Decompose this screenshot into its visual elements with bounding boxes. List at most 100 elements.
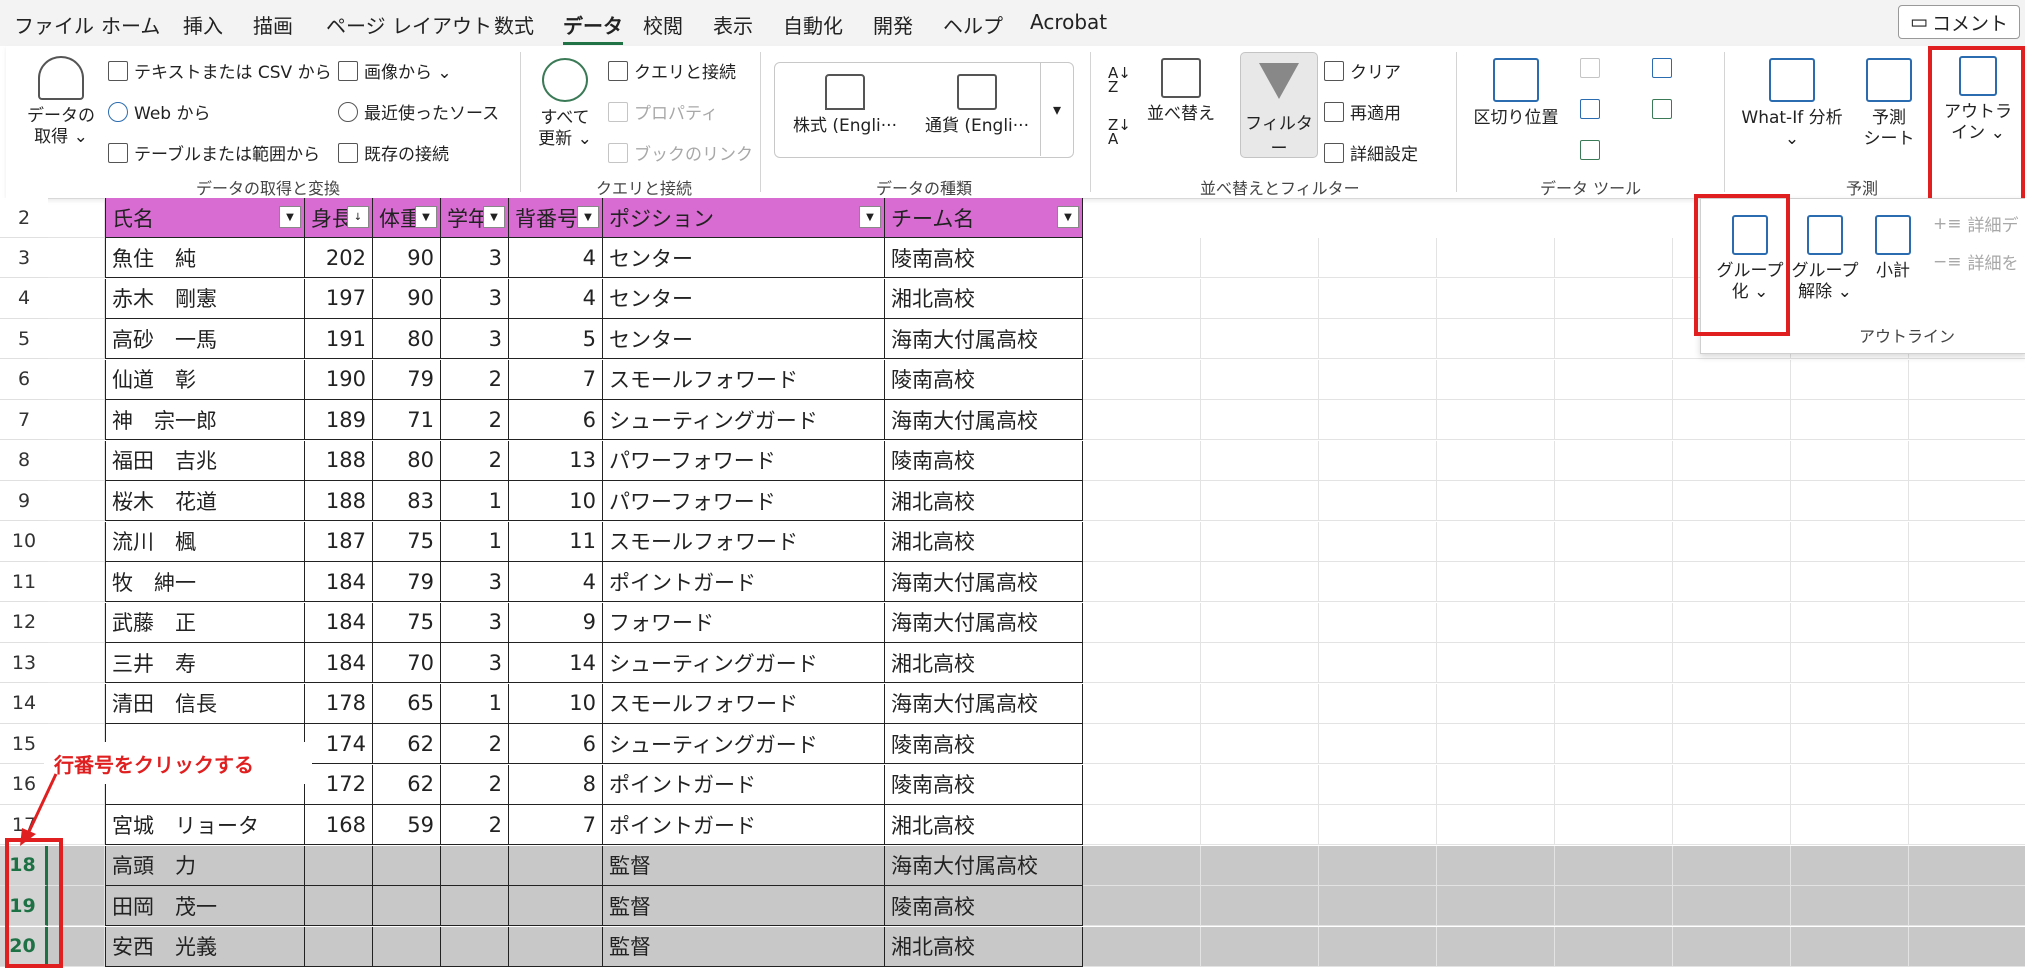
existing-connections-button[interactable]: 既存の接続	[338, 140, 449, 165]
cell[interactable]	[1201, 764, 1319, 805]
cell[interactable]	[1673, 886, 1791, 926]
what-if-button[interactable]: What-If 分析 ⌄	[1734, 58, 1850, 150]
cell-g[interactable]: 1	[441, 521, 509, 562]
cell[interactable]	[1201, 602, 1319, 643]
refresh-all-button[interactable]: すべて 更新 ⌄	[532, 58, 598, 150]
cell-no[interactable]	[509, 845, 603, 886]
cell[interactable]	[1201, 440, 1319, 481]
cell[interactable]	[1319, 602, 1437, 643]
cell[interactable]	[1909, 441, 2025, 481]
cell[interactable]	[1555, 400, 1673, 440]
cell[interactable]	[1319, 481, 1437, 521]
cell[interactable]	[1673, 521, 1791, 562]
cell-g[interactable]	[441, 886, 509, 926]
cell[interactable]	[1909, 765, 2025, 805]
cell-w[interactable]	[373, 926, 441, 967]
cell[interactable]	[1555, 643, 1673, 683]
cell-h[interactable]: 187	[305, 521, 373, 562]
cell[interactable]	[48, 359, 105, 400]
cell-no[interactable]: 13	[509, 440, 603, 481]
cell[interactable]	[1437, 886, 1555, 926]
filter-button[interactable]: フィルター	[1240, 52, 1318, 159]
cell-team[interactable]: 湘北高校	[885, 926, 1083, 967]
cell-w[interactable]: 65	[373, 683, 441, 724]
cell-name[interactable]: 三井 寿	[105, 643, 305, 683]
cell-name[interactable]: 牧 紳一	[105, 562, 305, 602]
cell-pos[interactable]: シューティングガード	[603, 400, 885, 440]
cell-w[interactable]: 62	[373, 724, 441, 764]
row-number[interactable]: 11	[0, 562, 48, 602]
from-picture-button[interactable]: 画像から ⌄	[338, 58, 452, 83]
cell-h[interactable]: 184	[305, 643, 373, 683]
cell[interactable]	[1791, 602, 1909, 643]
menu-home[interactable]: ホーム	[101, 10, 160, 39]
cell-name[interactable]: 宮城 リョータ	[105, 805, 305, 845]
menu-file[interactable]: ファイル	[14, 10, 94, 39]
row-number[interactable]: 4	[0, 278, 48, 319]
cell[interactable]	[1791, 481, 1909, 521]
cell[interactable]	[48, 683, 105, 724]
cell[interactable]	[1201, 683, 1319, 724]
show-detail-button[interactable]: +≡ 詳細デ	[1933, 211, 2019, 237]
workbook-links-button[interactable]: ブックのリンク	[608, 140, 753, 165]
subtotal-button[interactable]: 小計	[1865, 215, 1921, 282]
cell[interactable]	[48, 319, 105, 359]
cell[interactable]	[1201, 805, 1319, 845]
cell-name[interactable]: 赤木 剛憲	[105, 278, 305, 319]
cell-g[interactable]: 1	[441, 481, 509, 521]
cell[interactable]	[1909, 845, 2025, 886]
cell[interactable]	[1791, 764, 1909, 805]
cell-name[interactable]: 清田 信長	[105, 683, 305, 724]
cell-name[interactable]: 田岡 茂一	[105, 886, 305, 926]
cell[interactable]	[1437, 724, 1555, 764]
recent-sources-button[interactable]: 最近使ったソース	[338, 99, 499, 124]
cell[interactable]	[1555, 562, 1673, 602]
row-number[interactable]: 3	[0, 238, 48, 278]
menu-acrobat[interactable]: Acrobat	[1030, 10, 1107, 34]
cell[interactable]	[48, 643, 105, 683]
cell-team[interactable]: 海南大付属高校	[885, 602, 1083, 643]
cell-pos[interactable]: パワーフォワード	[603, 440, 885, 481]
cell[interactable]	[1673, 683, 1791, 724]
forecast-sheet-button[interactable]: 予測 シート	[1856, 58, 1922, 150]
clear-filter-button[interactable]: クリア	[1324, 58, 1401, 83]
cell-w[interactable]: 90	[373, 238, 441, 278]
cell-pos[interactable]: ポイントガード	[603, 764, 885, 805]
cell[interactable]	[1201, 359, 1319, 400]
cell[interactable]	[1437, 238, 1555, 278]
row-number[interactable]: 5	[0, 319, 48, 359]
cell-w[interactable]	[373, 845, 441, 886]
cell[interactable]	[1437, 481, 1555, 521]
cell-no[interactable]: 8	[509, 764, 603, 805]
cell[interactable]	[1083, 845, 1201, 886]
cell-pos[interactable]: センター	[603, 278, 885, 319]
cell[interactable]	[1437, 521, 1555, 562]
menu-review[interactable]: 校閲	[643, 10, 683, 39]
cell-no[interactable]	[509, 886, 603, 926]
cell[interactable]	[1673, 481, 1791, 521]
sort-descending-icon[interactable]: ↓	[347, 206, 369, 228]
cell[interactable]	[1319, 319, 1437, 359]
cell-w[interactable]: 59	[373, 805, 441, 845]
cell[interactable]	[1673, 359, 1791, 400]
cell[interactable]	[1909, 360, 2025, 400]
flash-fill-icon[interactable]	[1580, 58, 1600, 82]
menu-data[interactable]: データ	[563, 10, 623, 45]
row-number[interactable]: 14	[0, 683, 48, 724]
row-number[interactable]: 15	[0, 724, 48, 764]
cell[interactable]	[1909, 724, 2025, 764]
cell[interactable]	[1319, 643, 1437, 683]
cell[interactable]	[1791, 926, 1909, 967]
filter-dropdown-icon[interactable]: ▼	[279, 206, 301, 228]
cell-h[interactable]: 197	[305, 278, 373, 319]
cell[interactable]	[1555, 521, 1673, 562]
cell-pos[interactable]: 監督	[603, 845, 885, 886]
cell[interactable]	[1201, 926, 1319, 967]
from-text-csv-button[interactable]: テキストまたは CSV から	[108, 58, 332, 83]
cell-team[interactable]: 海南大付属高校	[885, 319, 1083, 359]
cell-w[interactable]: 62	[373, 764, 441, 805]
filter-dropdown-icon[interactable]: ▼	[483, 206, 505, 228]
cell[interactable]	[1909, 886, 2025, 926]
cell-name[interactable]: 高砂 一馬	[105, 319, 305, 359]
cell-w[interactable]: 70	[373, 643, 441, 683]
